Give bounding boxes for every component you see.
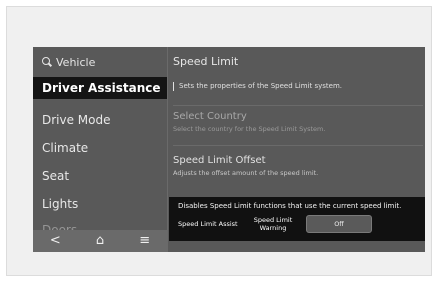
bottom-nav-bar: < ⌂ ≡: [33, 230, 167, 252]
page-title: Speed Limit: [173, 55, 239, 68]
sidebar-item-drive-mode[interactable]: Drive Mode: [33, 109, 167, 131]
popup-message: Disables Speed Limit functions that use …: [178, 202, 402, 210]
sidebar-item-seat[interactable]: Seat: [33, 165, 167, 187]
screenshot-frame: Vehicle Driver Assistance Drive Mode Cli…: [6, 6, 432, 276]
speed-limit-popup: Disables Speed Limit functions that use …: [169, 197, 425, 241]
sidebar-item-lights[interactable]: Lights: [33, 193, 167, 215]
sidebar-item-driver-assistance[interactable]: Driver Assistance: [33, 77, 167, 99]
infotainment-screen: Vehicle Driver Assistance Drive Mode Cli…: [33, 47, 425, 252]
sidebar-search[interactable]: Vehicle: [42, 54, 95, 70]
off-toggle-button[interactable]: Off: [306, 215, 372, 233]
setting-description: Adjusts the offset amount of the speed l…: [173, 169, 319, 177]
back-button[interactable]: <: [40, 230, 70, 252]
sidebar-header-label: Vehicle: [56, 55, 96, 69]
popup-option-row: Speed Limit Assist Speed Limit Warning O…: [178, 215, 372, 233]
setting-description: Select the country for the Speed Limit S…: [173, 125, 326, 133]
speed-limit-warning-option[interactable]: Speed Limit Warning: [252, 216, 294, 232]
setting-label: Speed Limit Offset: [173, 155, 266, 166]
divider: [173, 145, 423, 146]
home-button[interactable]: ⌂: [85, 230, 115, 252]
search-icon: [42, 57, 52, 67]
setting-label: Select Country: [173, 111, 247, 122]
sidebar-divider: [167, 47, 168, 252]
sidebar-item-climate[interactable]: Climate: [33, 137, 167, 159]
setting-select-country[interactable]: Select Country Select the country for th…: [173, 111, 325, 133]
divider: [173, 105, 423, 106]
section-description: Sets the properties of the Speed Limit s…: [173, 82, 342, 91]
sidebar: Vehicle Driver Assistance Drive Mode Cli…: [33, 47, 167, 252]
speed-limit-assist-option[interactable]: Speed Limit Assist: [178, 220, 252, 228]
menu-button[interactable]: ≡: [130, 230, 160, 252]
setting-speed-limit-offset[interactable]: Speed Limit Offset Adjusts the offset am…: [173, 155, 318, 177]
